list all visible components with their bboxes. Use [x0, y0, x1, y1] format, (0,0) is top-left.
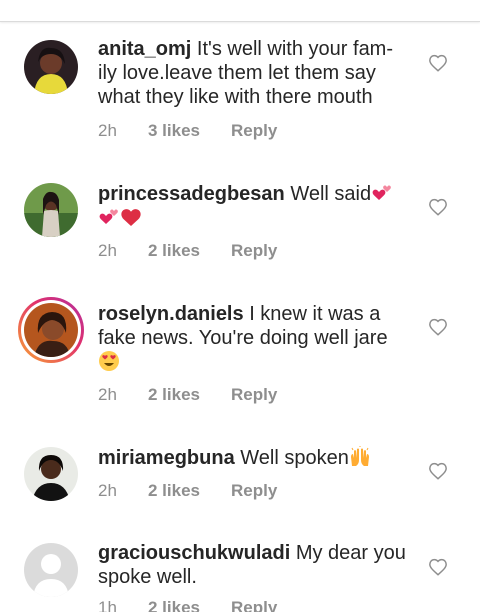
reply-button[interactable]: Reply	[231, 385, 277, 405]
comment-likes-link[interactable]: 2 likes	[148, 385, 231, 405]
raised-hands-emoji	[349, 446, 371, 468]
comment-meta: 2h 2 likes Reply	[98, 241, 277, 261]
comment-body: anita_omj It's well with your fam-ily lo…	[98, 37, 408, 109]
comment-body: graciouschukwuladi My dear you spoke wel…	[98, 541, 408, 589]
heart-outline-icon[interactable]	[428, 558, 448, 576]
comment-meta: 2h 2 likes Reply	[98, 481, 277, 501]
comment-body: princessadegbesan Well said	[98, 182, 408, 230]
top-bar	[0, 0, 480, 22]
comment-time: 2h	[98, 121, 117, 140]
reply-button[interactable]: Reply	[231, 241, 277, 261]
revolving-hearts-emoji	[98, 206, 120, 228]
comment-body: miriamegbuna Well spoken	[98, 446, 408, 470]
comment-time: 2h	[98, 481, 117, 500]
comment-body: roselyn.daniels I knew it was a fake new…	[98, 302, 408, 374]
comment-time: 2h	[98, 385, 117, 404]
heart-outline-icon[interactable]	[428, 198, 448, 216]
comment-username[interactable]: miriamegbuna	[98, 447, 235, 469]
comment-likes-link[interactable]: 2 likes	[148, 241, 231, 261]
comment-meta: 2h 2 likes Reply	[98, 385, 277, 405]
heart-eyes-emoji	[98, 350, 120, 372]
reply-button[interactable]: Reply	[231, 121, 277, 141]
avatar[interactable]	[24, 40, 78, 94]
comment-likes-link[interactable]: 3 likes	[148, 121, 231, 141]
heart-outline-icon[interactable]	[428, 318, 448, 336]
comment-likes-link[interactable]: 2 likes	[148, 481, 231, 501]
comment-likes-link[interactable]: 2 likes	[148, 598, 231, 612]
heart-outline-icon[interactable]	[428, 462, 448, 480]
avatar	[21, 300, 81, 360]
comment-username[interactable]: anita_omj	[98, 38, 191, 60]
avatar-default[interactable]	[24, 543, 78, 597]
comment-username[interactable]: princessadegbesan	[98, 183, 285, 205]
avatar-story-ring[interactable]	[18, 297, 84, 363]
comment-time: 2h	[98, 241, 117, 260]
comment-time: 1h	[98, 598, 117, 612]
heart-outline-icon[interactable]	[428, 54, 448, 72]
red-heart-emoji	[120, 206, 142, 228]
avatar[interactable]	[24, 447, 78, 501]
comment-username[interactable]: roselyn.daniels	[98, 303, 244, 325]
comment-text: Well said	[290, 183, 372, 205]
revolving-hearts-emoji	[371, 182, 393, 204]
reply-button[interactable]: Reply	[231, 481, 277, 501]
comment-meta: 1h 2 likes Reply	[98, 598, 277, 612]
reply-button[interactable]: Reply	[231, 598, 277, 612]
avatar[interactable]	[24, 183, 78, 237]
comment-meta: 2h 3 likes Reply	[98, 121, 277, 141]
comment-text: Well spoken	[240, 447, 349, 469]
comment-username[interactable]: graciouschukwuladi	[98, 542, 290, 564]
